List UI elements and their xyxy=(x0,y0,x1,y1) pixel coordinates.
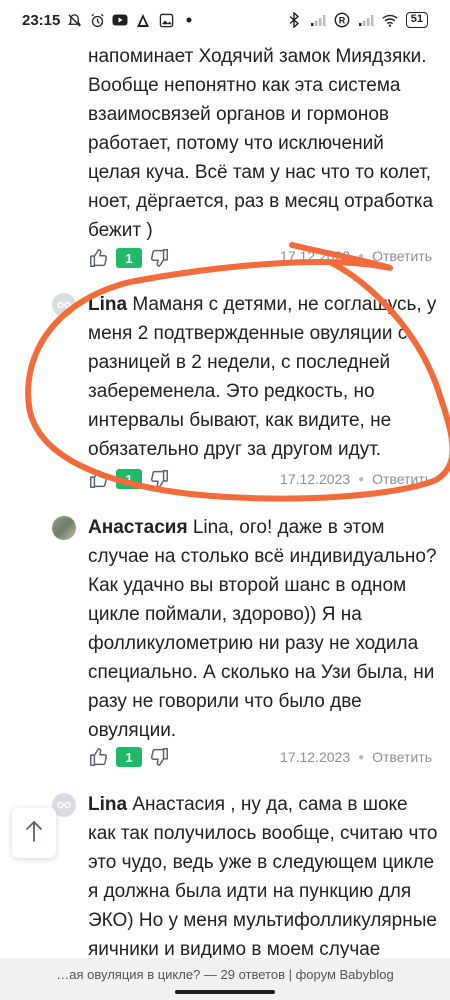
likes-count: 1 xyxy=(116,747,142,767)
comment-meta: 17.12.2023 ● Ответить xyxy=(280,248,432,264)
comment-date: 17.12.2023 xyxy=(280,749,351,765)
comment-text: Маманя с детями, не соглашусь, у меня 2 … xyxy=(88,294,437,460)
comment-body: Анастасия Lina, ого! даже в этом случае … xyxy=(88,513,438,745)
mute-bell-icon xyxy=(66,12,82,28)
status-left-icons xyxy=(66,12,197,28)
comment-author[interactable]: Анастасия xyxy=(88,517,188,538)
separator-dot: ● xyxy=(358,751,365,763)
comment-body: напоминает Ходячий замок Миядзяки. Вообщ… xyxy=(88,42,438,245)
gallery-icon xyxy=(158,12,174,28)
likes-count: 1 xyxy=(116,469,142,489)
avatar[interactable] xyxy=(52,293,76,317)
separator-dot: ● xyxy=(358,250,365,262)
alarm-icon xyxy=(89,12,105,28)
reply-button[interactable]: Ответить xyxy=(372,248,432,264)
thumbs-up-icon[interactable] xyxy=(88,247,110,269)
registered-icon: R xyxy=(334,12,350,28)
thumbs-up-icon[interactable] xyxy=(88,468,110,490)
status-right-icons: R 51 xyxy=(286,12,428,28)
comment-author[interactable]: Lina xyxy=(88,794,127,815)
thumbs-up-icon[interactable] xyxy=(88,746,110,768)
battery-indicator: 51 xyxy=(405,12,428,28)
more-notifications-icon xyxy=(181,12,197,28)
reply-button[interactable]: Ответить xyxy=(372,749,432,765)
separator-dot: ● xyxy=(358,473,365,485)
scroll-to-top-button[interactable] xyxy=(12,808,56,858)
wifi-icon xyxy=(382,12,398,28)
comment-date: 17.12.2023 xyxy=(280,248,351,264)
page-title: …ая овуляция в цикле? — 29 ответов | фор… xyxy=(56,967,394,982)
bluetooth-icon xyxy=(286,12,302,28)
comment-text: Анастасия , ну да, сама в шоке как так п… xyxy=(88,794,438,958)
vpn-icon xyxy=(135,12,151,28)
likes-count: 1 xyxy=(116,248,142,268)
comment-author[interactable]: Lina xyxy=(88,294,127,315)
arrow-up-icon xyxy=(24,819,44,848)
comment-meta: 17.12.2023 ● Ответить xyxy=(280,471,432,487)
reply-button[interactable]: Ответить xyxy=(372,471,432,487)
comment-actions: 1 xyxy=(88,243,170,273)
comment-body: Lina Маманя с детями, не соглашусь, у ме… xyxy=(88,290,438,464)
comment-actions: 1 xyxy=(88,742,170,772)
comments-feed[interactable]: напоминает Ходячий замок Миядзяки. Вообщ… xyxy=(0,40,450,958)
comment-text: напоминает Ходячий замок Миядзяки. Вообщ… xyxy=(88,46,434,241)
youtube-icon xyxy=(112,12,128,28)
thumbs-down-icon[interactable] xyxy=(148,247,170,269)
thumbs-down-icon[interactable] xyxy=(148,746,170,768)
gesture-nav-handle[interactable] xyxy=(175,990,275,994)
thumbs-down-icon[interactable] xyxy=(148,468,170,490)
signal-icon-2 xyxy=(358,12,374,28)
status-bar: 23:15 R 51 xyxy=(0,0,450,40)
comment-meta: 17.12.2023 ● Ответить xyxy=(280,749,432,765)
avatar[interactable] xyxy=(52,516,76,540)
status-time: 23:15 xyxy=(22,11,61,29)
signal-icon xyxy=(310,12,326,28)
svg-text:R: R xyxy=(339,16,346,26)
comment-text: Lina, ого! даже в этом случае на столько… xyxy=(88,517,437,741)
comment-body: Lina Анастасия , ну да, сама в шоке как … xyxy=(88,790,438,958)
comment-date: 17.12.2023 xyxy=(280,471,351,487)
comment-actions: 1 xyxy=(88,464,170,494)
